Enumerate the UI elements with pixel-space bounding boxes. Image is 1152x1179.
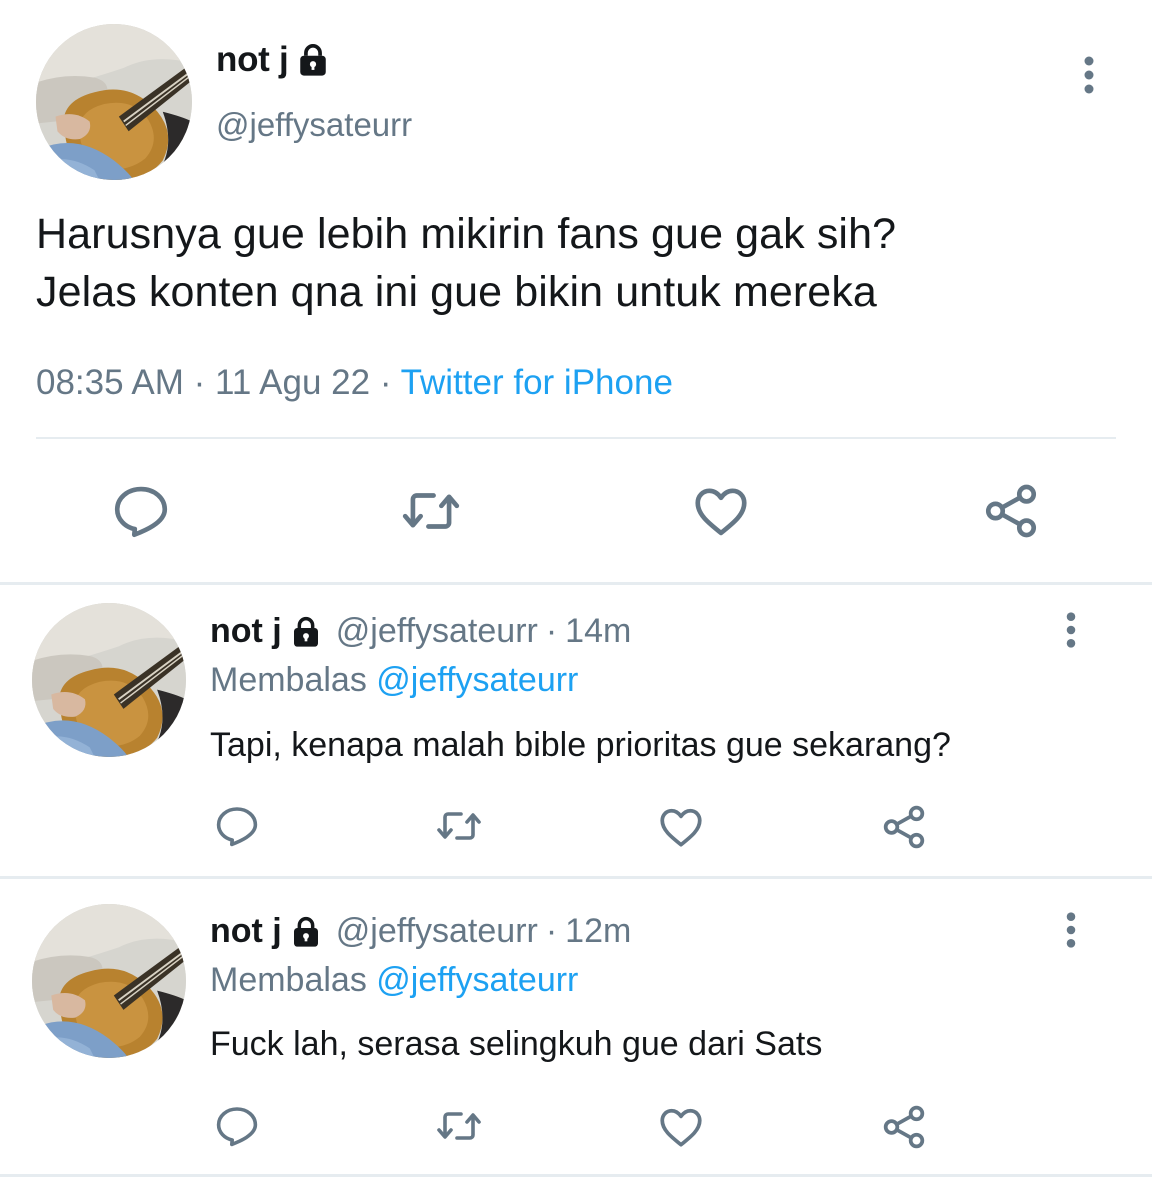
- reply-icon[interactable]: [213, 802, 261, 850]
- share-icon[interactable]: [980, 480, 1042, 542]
- display-name-text: not j: [216, 40, 289, 79]
- meta-separator: ·: [545, 912, 558, 950]
- avatar[interactable]: [32, 904, 186, 1058]
- avatar[interactable]: [32, 603, 186, 757]
- meta-separator: ·: [193, 363, 206, 402]
- user-handle[interactable]: @jeffysateurr: [336, 912, 538, 951]
- display-name[interactable]: not j: [210, 912, 282, 951]
- divider: [0, 582, 1152, 585]
- reply-header: not j @jeffysateurr · 14m: [210, 612, 631, 651]
- tweet-age: 12m: [565, 912, 632, 950]
- heart-icon[interactable]: [690, 480, 752, 542]
- more-vertical-icon[interactable]: [1059, 911, 1083, 949]
- tweet-metadata: 08:35 AM · 11 Agu 22 · Twitter for iPhon…: [36, 363, 673, 403]
- tweet-text-line: Harusnya gue lebih mikirin fans gue gak …: [36, 210, 897, 258]
- reply-icon[interactable]: [110, 480, 172, 542]
- tweet-text: Harusnya gue lebih mikirin fans gue gak …: [36, 205, 1116, 321]
- tweet-text: Tapi, kenapa malah bible prioritas gue s…: [210, 726, 951, 764]
- replying-to: Membalas @jeffysateurr: [210, 661, 578, 700]
- replying-label: Membalas: [210, 661, 367, 699]
- divider: [0, 1174, 1152, 1177]
- share-icon[interactable]: [879, 1102, 929, 1152]
- heart-icon[interactable]: [656, 802, 706, 852]
- display-name[interactable]: not j: [216, 40, 330, 80]
- retweet-icon[interactable]: [397, 480, 465, 542]
- meta-separator: ·: [379, 363, 392, 402]
- user-handle[interactable]: @jeffysateurr: [336, 612, 538, 651]
- share-icon[interactable]: [879, 802, 929, 852]
- divider: [0, 876, 1152, 879]
- user-handle[interactable]: @jeffysateurr: [216, 106, 412, 144]
- reply-header: not j @jeffysateurr · 12m: [210, 912, 631, 951]
- tweet-text-line: Jelas konten qna ini gue bikin untuk mer…: [36, 268, 877, 316]
- meta-separator: ·: [545, 612, 558, 650]
- tweet-text: Fuck lah, serasa selingkuh gue dari Sats: [210, 1025, 823, 1063]
- more-vertical-icon[interactable]: [1076, 55, 1102, 95]
- tweet-age: 14m: [565, 612, 632, 650]
- replying-to: Membalas @jeffysateurr: [210, 961, 578, 1000]
- lock-icon: [296, 43, 330, 77]
- tweet-source-link[interactable]: Twitter for iPhone: [401, 363, 673, 402]
- retweet-icon[interactable]: [432, 802, 486, 850]
- heart-icon[interactable]: [656, 1102, 706, 1152]
- more-vertical-icon[interactable]: [1059, 611, 1083, 649]
- mention-link[interactable]: @jeffysateurr: [376, 661, 578, 699]
- replying-label: Membalas: [210, 961, 367, 999]
- display-name[interactable]: not j: [210, 612, 282, 651]
- tweet-date: 11 Agu 22: [215, 363, 371, 402]
- mention-link[interactable]: @jeffysateurr: [376, 961, 578, 999]
- divider: [36, 437, 1116, 439]
- retweet-icon[interactable]: [432, 1102, 486, 1150]
- reply-icon[interactable]: [213, 1102, 261, 1150]
- avatar[interactable]: [36, 24, 192, 180]
- lock-icon: [290, 616, 322, 648]
- lock-icon: [290, 916, 322, 948]
- tweet-time: 08:35 AM: [36, 363, 184, 402]
